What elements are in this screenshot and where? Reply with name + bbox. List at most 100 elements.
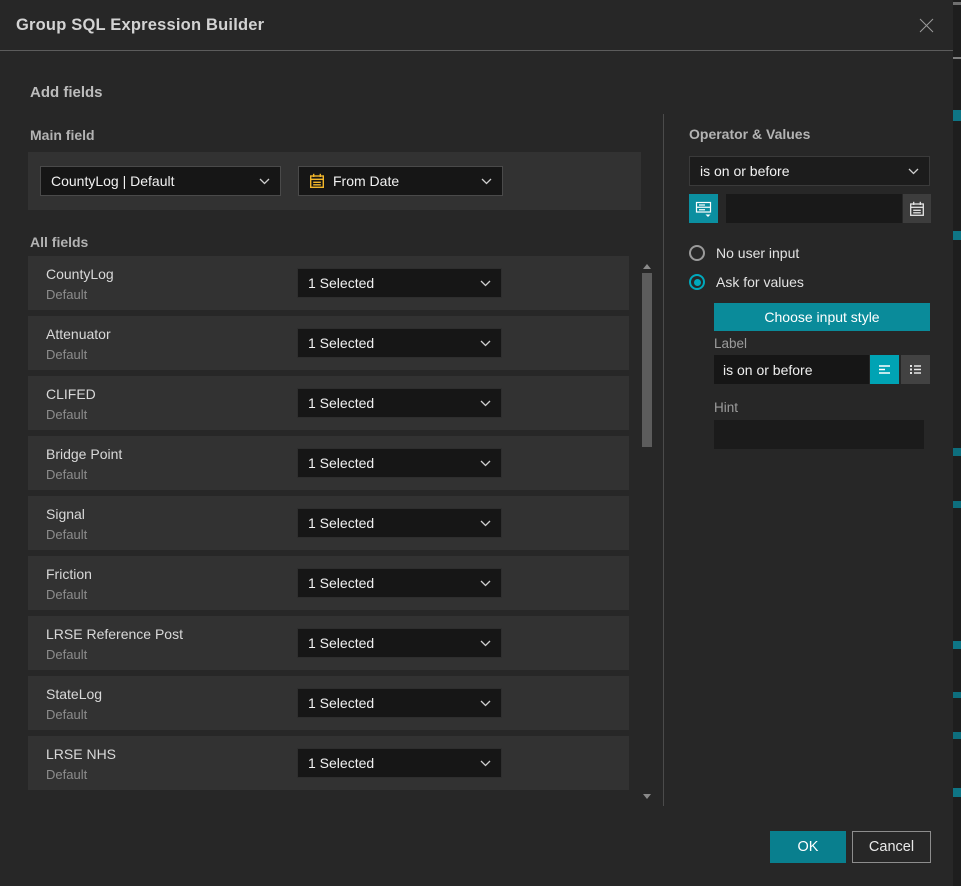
field-name: Bridge Point [46, 446, 122, 462]
field-name: LRSE NHS [46, 746, 116, 762]
field-row: CountyLog Default 1 Selected [28, 256, 629, 310]
field-values-dropdown[interactable]: 1 Selected [297, 748, 502, 778]
label-caption: Label [714, 336, 747, 351]
field-subtitle: Default [46, 347, 87, 362]
chevron-down-icon [480, 640, 491, 647]
ask-for-values-radio[interactable]: Ask for values [689, 274, 804, 290]
calendar-icon [309, 173, 325, 189]
calendar-picker-icon [909, 201, 925, 217]
group-sql-expression-builder-dialog: Group SQL Expression Builder Add fields … [0, 0, 953, 886]
field-subtitle: Default [46, 587, 87, 602]
scroll-up-arrow-icon[interactable] [643, 264, 651, 269]
background-fragment [953, 448, 961, 456]
field-values-dropdown-value: 1 Selected [308, 695, 374, 711]
value-list-button[interactable] [689, 194, 718, 223]
operator-dropdown-value: is on or before [700, 163, 790, 179]
chevron-down-icon [481, 178, 492, 185]
label-input[interactable] [714, 355, 869, 384]
field-values-dropdown-value: 1 Selected [308, 395, 374, 411]
field-values-dropdown[interactable]: 1 Selected [297, 448, 502, 478]
scroll-down-arrow-icon[interactable] [643, 794, 651, 799]
field-row: CLIFED Default 1 Selected [28, 376, 629, 430]
chevron-down-icon [480, 700, 491, 707]
field-subtitle: Default [46, 647, 87, 662]
text-style-toggle[interactable] [870, 355, 899, 384]
field-row: Signal Default 1 Selected [28, 496, 629, 550]
field-name: Attenuator [46, 326, 111, 342]
field-values-dropdown[interactable]: 1 Selected [297, 628, 502, 658]
field-name: CountyLog [46, 266, 114, 282]
background-fragment [953, 692, 961, 698]
ask-for-values-label: Ask for values [716, 274, 804, 290]
field-name: Friction [46, 566, 92, 582]
no-user-input-radio[interactable]: No user input [689, 245, 799, 261]
ok-button[interactable]: OK [770, 831, 846, 863]
radio-on-icon [689, 274, 705, 290]
background-fragment [953, 231, 961, 240]
field-row: Attenuator Default 1 Selected [28, 316, 629, 370]
field-row: StateLog Default 1 Selected [28, 676, 629, 730]
field-subtitle: Default [46, 467, 87, 482]
field-subtitle: Default [46, 527, 87, 542]
hint-input[interactable] [714, 420, 924, 449]
field-values-dropdown-value: 1 Selected [308, 575, 374, 591]
operator-dropdown[interactable]: is on or before [689, 156, 930, 186]
dialog-title: Group SQL Expression Builder [16, 16, 264, 35]
chevron-down-icon [480, 340, 491, 347]
scrollbar-thumb[interactable] [642, 273, 652, 447]
hint-caption: Hint [714, 400, 738, 415]
field-subtitle: Default [46, 407, 87, 422]
background-fragment [953, 2, 961, 5]
date-value-input[interactable] [726, 194, 902, 223]
field-subtitle: Default [46, 287, 87, 302]
background-fragment [953, 788, 961, 797]
no-user-input-label: No user input [716, 245, 799, 261]
background-fragment [953, 732, 961, 739]
field-values-dropdown[interactable]: 1 Selected [297, 328, 502, 358]
field-values-dropdown[interactable]: 1 Selected [297, 568, 502, 598]
field-row: LRSE Reference Post Default 1 Selected [28, 616, 629, 670]
background-fragment [953, 110, 961, 121]
chevron-down-icon [480, 400, 491, 407]
radio-off-icon [689, 245, 705, 261]
background-fragment [953, 501, 961, 508]
field-values-dropdown[interactable]: 1 Selected [297, 508, 502, 538]
field-values-dropdown-value: 1 Selected [308, 635, 374, 651]
layer-dropdown[interactable]: CountyLog | Default [40, 166, 281, 196]
field-dropdown[interactable]: From Date [298, 166, 503, 196]
chevron-down-icon [480, 460, 491, 467]
field-values-dropdown[interactable]: 1 Selected [297, 388, 502, 418]
background-fragment [953, 57, 961, 59]
field-values-dropdown-value: 1 Selected [308, 515, 374, 531]
chevron-down-icon [480, 280, 491, 287]
text-input-style-icon [876, 361, 893, 378]
cancel-button[interactable]: Cancel [852, 831, 931, 863]
field-values-dropdown-value: 1 Selected [308, 335, 374, 351]
main-field-panel: CountyLog | Default From Date [28, 152, 641, 210]
layer-dropdown-value: CountyLog | Default [51, 173, 175, 189]
choose-input-style-button[interactable]: Choose input style [714, 303, 930, 331]
all-fields-heading: All fields [30, 234, 88, 250]
field-values-dropdown-value: 1 Selected [308, 455, 374, 471]
all-fields-list: CountyLog Default 1 Selected Attenuator … [28, 256, 629, 796]
chevron-down-icon [259, 178, 270, 185]
field-name: CLIFED [46, 386, 96, 402]
date-picker-button[interactable] [903, 194, 931, 223]
field-values-dropdown-value: 1 Selected [308, 755, 374, 771]
chevron-down-icon [908, 168, 919, 175]
field-values-dropdown[interactable]: 1 Selected [297, 688, 502, 718]
field-subtitle: Default [46, 707, 87, 722]
chevron-down-icon [480, 520, 491, 527]
field-name: StateLog [46, 686, 102, 702]
chevron-down-icon [480, 580, 491, 587]
field-name: Signal [46, 506, 85, 522]
field-values-dropdown[interactable]: 1 Selected [297, 268, 502, 298]
list-style-toggle[interactable] [901, 355, 930, 384]
close-icon [918, 17, 935, 34]
all-fields-scrollbar[interactable] [641, 256, 653, 801]
close-button[interactable] [913, 12, 939, 38]
panel-divider [663, 114, 664, 806]
main-field-heading: Main field [30, 127, 95, 143]
field-row: Friction Default 1 Selected [28, 556, 629, 610]
add-fields-heading: Add fields [30, 84, 103, 101]
